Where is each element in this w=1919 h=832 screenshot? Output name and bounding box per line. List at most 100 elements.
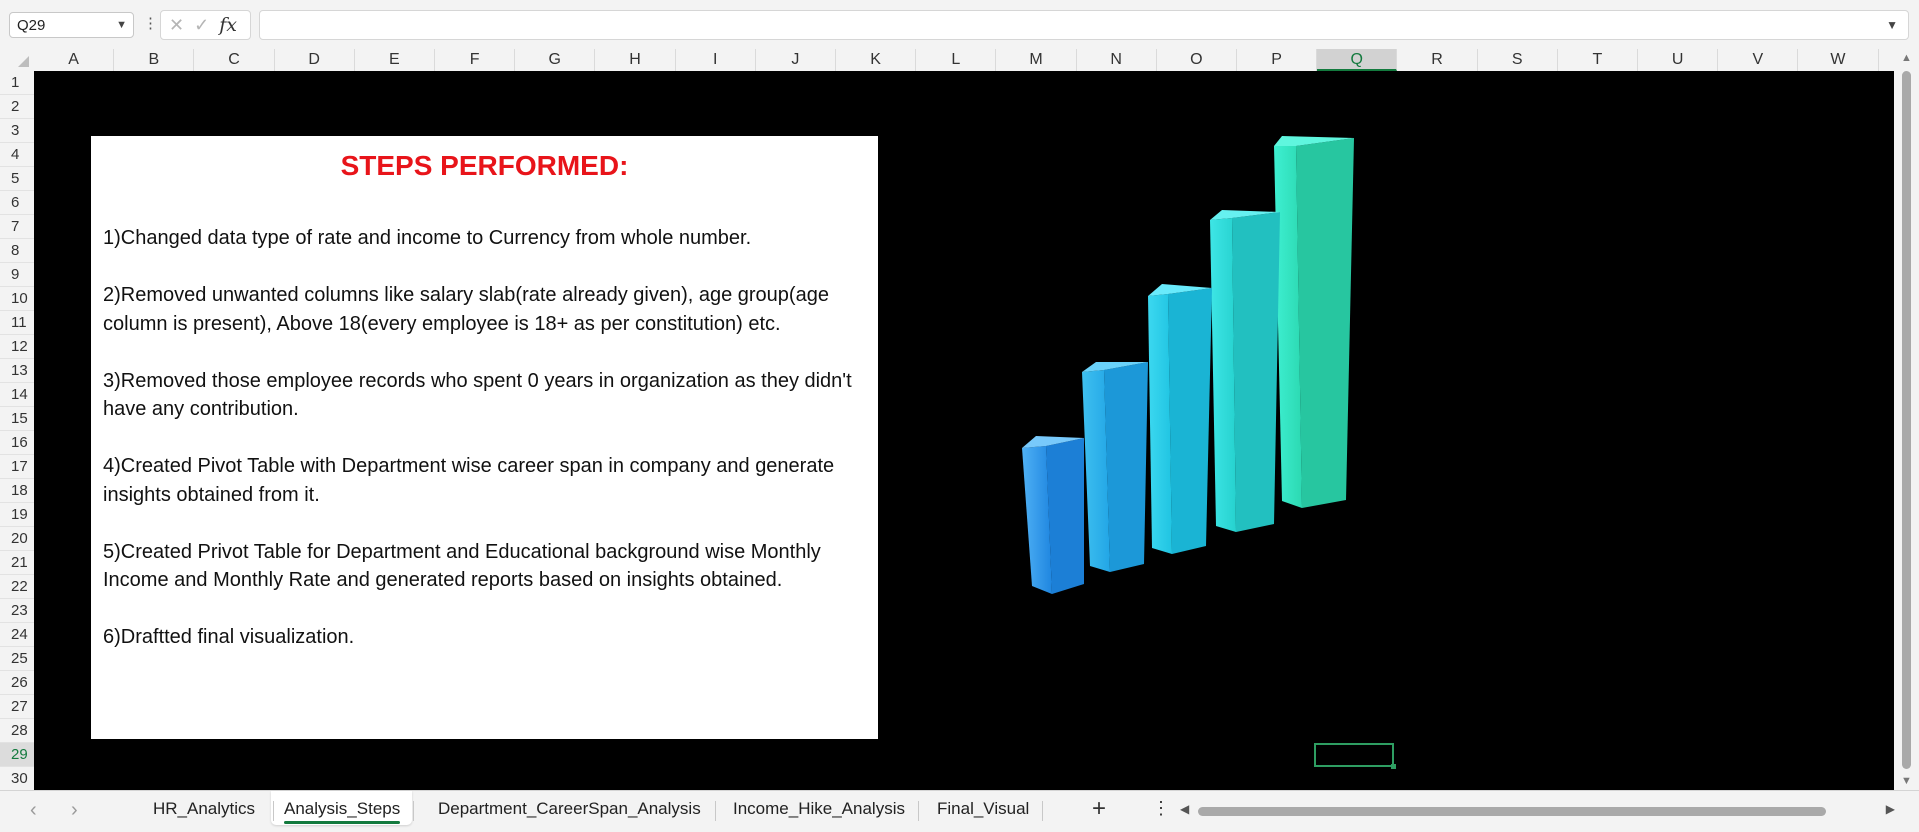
confirm-icon[interactable]: ✓ (194, 15, 209, 36)
tab-divider (413, 801, 414, 821)
sheet-tab-income-hike[interactable]: Income_Hike_Analysis (733, 799, 905, 819)
row-header-21[interactable]: 21 (0, 551, 34, 575)
sheet-tab-analysis-steps[interactable]: Analysis_Steps (284, 799, 401, 824)
name-box[interactable]: Q29 ▼ (9, 12, 134, 38)
row-header-16[interactable]: 16 (0, 431, 34, 455)
row-header-6[interactable]: 6 (0, 191, 34, 215)
column-header-m[interactable]: M (996, 49, 1077, 71)
step-item: 2)Removed unwanted columns like salary s… (103, 284, 829, 335)
column-header-f[interactable]: F (435, 49, 516, 71)
column-header-o[interactable]: O (1157, 49, 1237, 71)
scroll-right-icon[interactable]: ▶ (1886, 802, 1895, 816)
vertical-scroll-thumb[interactable] (1902, 71, 1911, 769)
row-header-22[interactable]: 22 (0, 575, 34, 599)
row-header-30[interactable]: 30 (0, 767, 34, 791)
column-header-c[interactable]: C (194, 49, 275, 71)
step-item: 1)Changed data type of rate and income t… (103, 227, 752, 249)
horizontal-scrollbar[interactable]: ◀ ▶ (1178, 801, 1897, 821)
row-header-29[interactable]: 29 (0, 743, 34, 767)
scroll-down-icon[interactable]: ▼ (1901, 775, 1912, 787)
row-header-13[interactable]: 13 (0, 359, 34, 383)
row-header-1[interactable]: 1 (0, 71, 34, 95)
column-header-t[interactable]: T (1558, 49, 1638, 71)
column-header-h[interactable]: H (595, 49, 676, 71)
sheet-tab-department-careerspan[interactable]: Department_CareerSpan_Analysis (438, 799, 701, 819)
sheet-tab-hr-analytics[interactable]: HR_Analytics (153, 799, 255, 819)
column-header-g[interactable]: G (515, 49, 596, 71)
name-box-value: Q29 (17, 16, 46, 34)
column-header-n[interactable]: N (1077, 49, 1157, 71)
row-header-9[interactable]: 9 (0, 263, 34, 287)
row-header: 1 2 3 4 5 6 7 8 9 10 11 12 13 14 15 16 17 18 19 20 21 22 23 24 2… (0, 71, 35, 791)
column-header-a[interactable]: A (34, 49, 115, 71)
column-header-q[interactable]: Q (1317, 49, 1398, 71)
chart-bar (1022, 436, 1084, 594)
textbox-body: 1)Changed data type of rate and income t… (103, 224, 873, 680)
row-header-4[interactable]: 4 (0, 143, 34, 167)
row-header-26[interactable]: 26 (0, 671, 34, 695)
steps-textbox[interactable]: STEPS PERFORMED: 1)Changed data type of … (91, 136, 878, 739)
step-item: 6)Draftted final visualization. (103, 626, 355, 648)
column-header-j[interactable]: J (756, 49, 836, 71)
row-header-17[interactable]: 17 (0, 455, 34, 479)
horizontal-scroll-thumb[interactable] (1198, 807, 1826, 816)
sheet-grid[interactable]: STEPS PERFORMED: 1)Changed data type of … (34, 71, 1894, 790)
sheet-tab-final-visual[interactable]: Final_Visual (937, 799, 1029, 819)
chevron-right-icon[interactable]: › (71, 799, 78, 822)
row-header-10[interactable]: 10 (0, 287, 34, 311)
row-header-25[interactable]: 25 (0, 647, 34, 671)
cancel-icon[interactable]: ✕ (169, 15, 184, 36)
chart-bar (1274, 136, 1354, 508)
row-header-11[interactable]: 11 (0, 311, 34, 335)
column-header-p[interactable]: P (1237, 49, 1318, 71)
bar-chart-graphic[interactable] (934, 116, 1394, 676)
column-header-s[interactable]: S (1478, 49, 1558, 71)
fx-icon[interactable]: fx (219, 14, 237, 36)
column-header-b[interactable]: B (114, 49, 195, 71)
row-header-8[interactable]: 8 (0, 239, 34, 263)
textbox-title: STEPS PERFORMED: (340, 150, 629, 181)
column-header: ABCDEFGHIJKLMNOPQRSTUVW (0, 49, 1919, 72)
formula-input[interactable]: ▼ (259, 10, 1909, 40)
more-vertical-icon[interactable]: ⋮ (143, 14, 158, 32)
row-header-28[interactable]: 28 (0, 719, 34, 743)
row-header-7[interactable]: 7 (0, 215, 34, 239)
column-header-r[interactable]: R (1397, 49, 1478, 71)
column-header-l[interactable]: L (916, 49, 997, 71)
chevron-left-icon[interactable]: ‹ (30, 799, 37, 822)
row-header-27[interactable]: 27 (0, 695, 34, 719)
select-all-corner[interactable] (0, 49, 34, 71)
add-sheet-icon[interactable]: + (1092, 795, 1106, 823)
active-cell-q29[interactable] (1314, 743, 1396, 769)
column-header-v[interactable]: V (1718, 49, 1799, 71)
column-header-d[interactable]: D (275, 49, 355, 71)
row-header-23[interactable]: 23 (0, 599, 34, 623)
scroll-up-icon[interactable]: ▲ (1901, 52, 1912, 64)
scroll-left-icon[interactable]: ◀ (1180, 802, 1189, 816)
step-item: 3)Removed those employee records who spe… (103, 369, 852, 421)
row-header-18[interactable]: 18 (0, 479, 34, 503)
row-header-19[interactable]: 19 (0, 503, 34, 527)
row-header-15[interactable]: 15 (0, 407, 34, 431)
column-header-w[interactable]: W (1798, 49, 1879, 71)
formula-controls: ✕ ✓ fx (160, 10, 251, 40)
column-header-u[interactable]: U (1638, 49, 1719, 71)
row-header-5[interactable]: 5 (0, 167, 34, 191)
row-header-24[interactable]: 24 (0, 623, 34, 647)
chart-bar (1082, 362, 1148, 572)
more-vertical-icon[interactable]: ⋮ (1152, 798, 1170, 819)
step-item: 4)Created Pivot Table with Department wi… (103, 455, 835, 506)
row-header-14[interactable]: 14 (0, 383, 34, 407)
column-header-e[interactable]: E (355, 49, 435, 71)
tab-divider (715, 801, 716, 821)
row-header-20[interactable]: 20 (0, 527, 34, 551)
chevron-down-icon[interactable]: ▼ (116, 19, 127, 31)
column-header-k[interactable]: K (836, 49, 917, 71)
row-header-2[interactable]: 2 (0, 95, 34, 119)
chevron-down-icon[interactable]: ▼ (1886, 18, 1898, 32)
row-header-3[interactable]: 3 (0, 119, 34, 143)
column-header-i[interactable]: I (676, 49, 756, 71)
vertical-scrollbar[interactable]: ▲ ▼ (1894, 49, 1919, 790)
tab-divider (273, 801, 274, 821)
row-header-12[interactable]: 12 (0, 335, 34, 359)
